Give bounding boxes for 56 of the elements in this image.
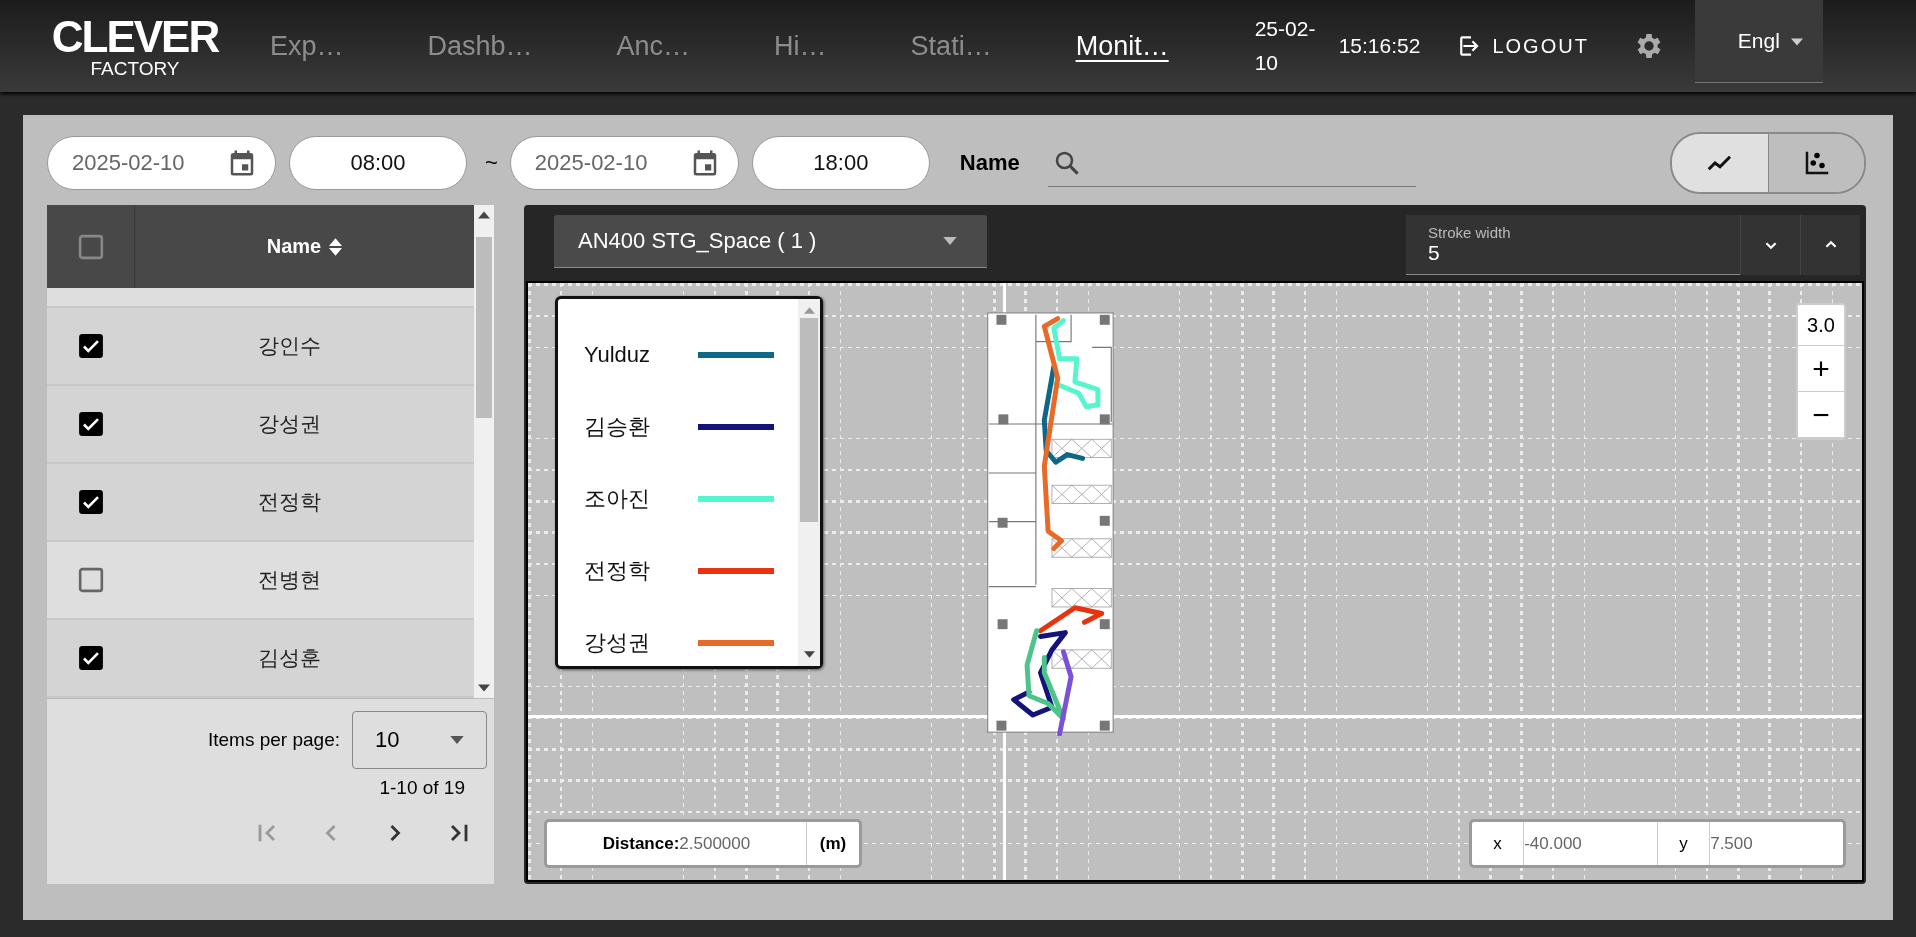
end-date-field[interactable]: 2025-02-10 [509,136,739,190]
items-per-page-label: Items per page: [207,729,340,751]
legend-label: Yulduz [584,342,652,368]
legend-label: 강성권 [584,629,651,657]
items-per-page-select[interactable]: 10 [352,711,487,769]
row-checkbox[interactable] [77,567,104,593]
y-label: y [1658,822,1711,865]
nav-tab[interactable]: Exp… [270,30,344,62]
legend-scrollbar[interactable] [798,299,820,666]
row-checkbox[interactable] [77,489,104,515]
nav-tab[interactable]: Anc… [616,30,691,62]
scatter-view-button[interactable] [1768,134,1864,192]
name-cell-text: 전병현 [256,567,322,593]
scroll-down-icon[interactable] [803,651,815,658]
start-date-field[interactable]: 2025-02-10 [47,136,276,190]
table-scrollbar[interactable] [474,205,494,698]
caret-icon[interactable] [450,736,464,744]
x-label: x [1472,822,1525,865]
legend-label: 전정학 [584,557,651,585]
name-label: Name [959,150,1020,176]
row-checkbox[interactable] [77,411,104,437]
scroll-up-icon[interactable] [478,211,490,219]
distance-unit: (m) [818,832,848,855]
space-select[interactable]: AN400 STG_Space ( 1 ) [554,215,987,268]
logout-button[interactable]: LOGOUT [1458,33,1589,59]
page-range-text: 1-10 of 19 [379,777,465,799]
nav-tab[interactable]: Dashb… [427,30,533,62]
caret-icon[interactable] [943,237,957,245]
time-text: 15:16:52 [1338,34,1421,58]
distance-field[interactable]: Distance:2.500000 [547,822,807,865]
y-field[interactable]: 7.500 [1710,822,1843,865]
nav-tab[interactable]: Hi… [774,30,827,62]
row-checkbox[interactable] [77,645,104,671]
range-separator: ~ [485,150,498,176]
legend-label: 김승환 [584,413,651,441]
select-all-checkbox[interactable] [77,233,104,260]
name-cell-text: 강성권 [256,411,322,437]
end-time-field[interactable]: 18:00 [751,136,930,190]
sort-icon[interactable] [329,237,343,256]
scroll-down-icon[interactable] [478,684,490,692]
name-cell-text: 전정학 [256,489,322,515]
name-cell-text: 강인수 [256,333,322,359]
language-select[interactable]: Engl [1694,0,1823,83]
start-time-field[interactable]: 08:00 [289,136,467,190]
name-cell-text: 김성훈 [256,645,322,671]
nav-tab[interactable]: Monit… [1075,30,1169,62]
row-checkbox[interactable] [77,333,104,359]
map-canvas[interactable]: Yulduz 김승환 조아진 전정학 강성권 3.0 + − Distance:2.500000 (m) x -40.000 y 7.500 [526,281,1864,882]
logo-subtext: FACTORY [90,58,180,78]
date-text: 25-02-10 [1254,16,1317,76]
nav-tab[interactable]: Stati… [910,30,992,62]
logo-text: CLEVER [51,14,219,59]
x-field[interactable]: -40.000 [1524,822,1658,865]
legend-label: 조아진 [584,485,651,513]
caret-icon[interactable] [1790,38,1803,46]
name-column-header[interactable]: Name [266,235,322,258]
